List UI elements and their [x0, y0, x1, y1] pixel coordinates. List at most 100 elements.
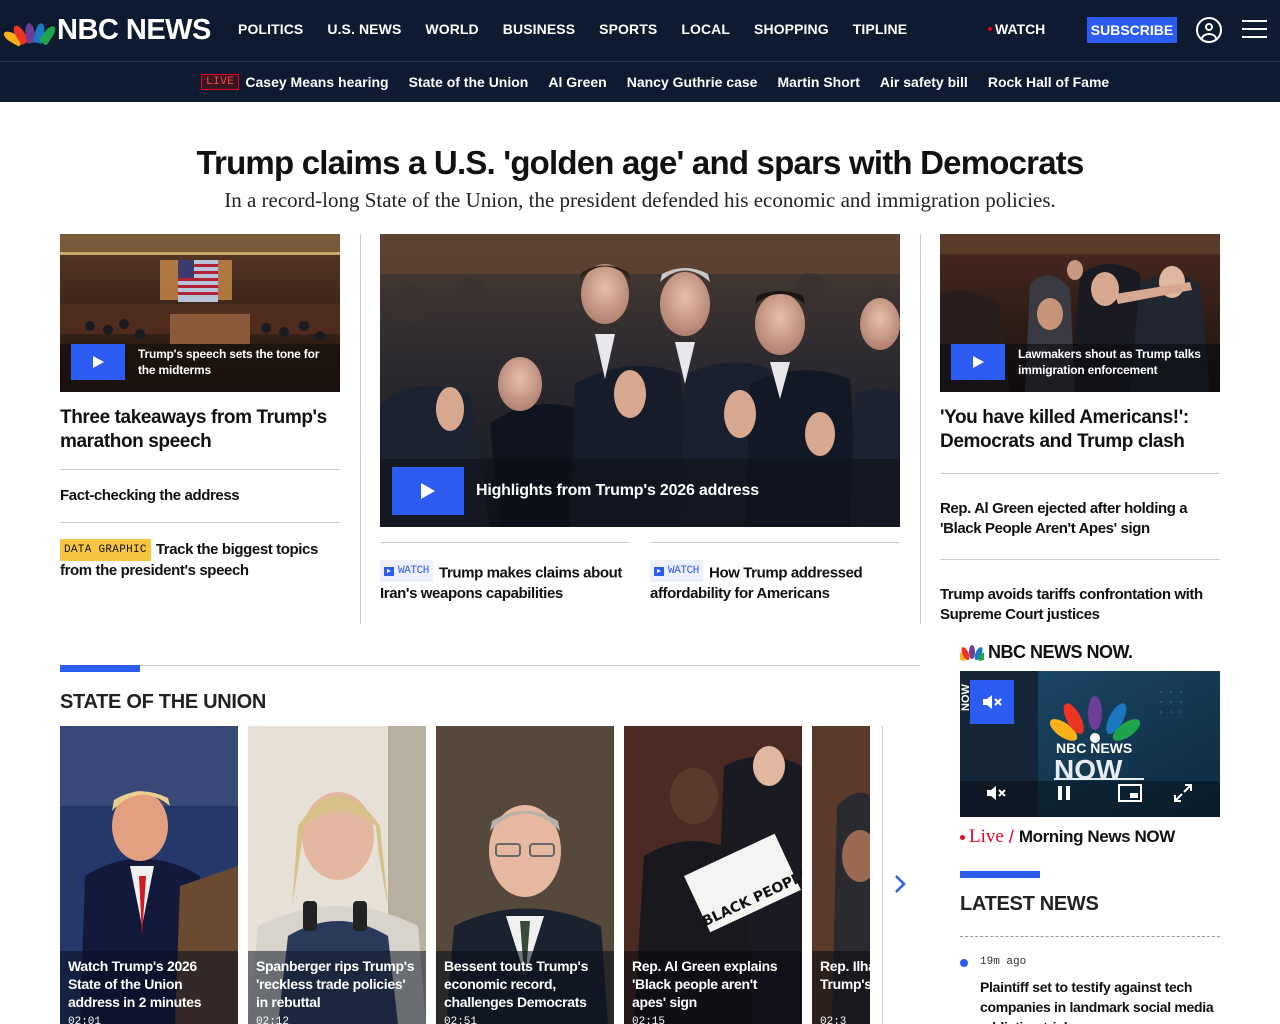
card-duration: 02:3	[820, 1016, 847, 1024]
right-video-thumbnail[interactable]: Lawmakers shout as Trump talks immigrati…	[940, 234, 1220, 392]
hero-headline[interactable]: Trump claims a U.S. 'golden age' and spa…	[0, 144, 1280, 182]
nav-world[interactable]: WORLD	[425, 21, 478, 37]
card-caption: Rep. Ilhan Omar at Trump's address	[820, 958, 870, 992]
video-card[interactable]: BLACK PEOPLE AREN'T APES! Rep. Al Green …	[624, 726, 802, 1024]
data-graphic-tag: DATA GRAPHIC	[60, 539, 151, 561]
card-duration: 02:51	[444, 1016, 478, 1024]
iran-claims-link[interactable]: WATCH Trump makes claims about Iran's wea…	[380, 560, 630, 604]
trending-al-green[interactable]: Al Green	[548, 74, 606, 90]
subscribe-button[interactable]: SUBSCRIBE	[1087, 17, 1177, 43]
right-headline[interactable]: 'You have killed Americans!': Democrats …	[940, 406, 1220, 454]
top-navigation: NBC NEWS POLITICS U.S. NEWS WORLD BUSINE…	[0, 0, 1280, 61]
live-badge: LIVE	[201, 74, 240, 90]
section-rule	[60, 665, 920, 666]
card-duration: 02:01	[68, 1016, 102, 1024]
column-divider	[920, 234, 921, 624]
fact-check-link[interactable]: Fact-checking the address	[60, 486, 340, 506]
peacock-icon	[960, 644, 984, 661]
watch-tag: WATCH	[380, 560, 434, 582]
latest-accent	[960, 871, 1040, 878]
card-caption: Watch Trump's 2026 State of the Union ad…	[68, 958, 202, 1010]
logo-text: NBC NEWS	[57, 13, 211, 46]
nav-business[interactable]: BUSINESS	[503, 21, 575, 37]
latest-rule	[960, 936, 1220, 937]
nbc-news-now-logo[interactable]: NBC NEWS NOW.	[960, 642, 1133, 663]
peacock-icon	[1, 17, 58, 47]
main-nav: POLITICS U.S. NEWS WORLD BUSINESS SPORTS…	[238, 21, 931, 37]
video-icon	[654, 566, 664, 576]
affordability-link[interactable]: WATCH How Trump addressed affordability f…	[650, 560, 900, 604]
divider	[380, 542, 630, 543]
left-video-thumbnail[interactable]: Trump's speech sets the tone for the mid…	[60, 234, 340, 392]
video-icon	[384, 566, 394, 576]
column-divider	[360, 234, 361, 624]
video-caption: Lawmakers shout as Trump talks immigrati…	[1018, 347, 1201, 377]
tariffs-link[interactable]: Trump avoids tariffs confrontation with …	[940, 585, 1220, 625]
hero-dek: In a record-long State of the Union, the…	[224, 188, 1056, 212]
pause-icon[interactable]	[1056, 785, 1072, 806]
card-caption: Spanberger rips Trump's 'reckless trade …	[256, 958, 415, 1010]
live-dot-icon	[988, 27, 992, 31]
hamburger-menu-icon[interactable]	[1242, 19, 1267, 39]
divider	[650, 542, 900, 543]
trending-martin-short[interactable]: Martin Short	[777, 74, 859, 90]
now-logo-text: NBC NEWS NOW.	[988, 642, 1133, 662]
al-green-link[interactable]: Rep. Al Green ejected after holding a 'B…	[940, 499, 1220, 539]
fullscreen-icon[interactable]	[1173, 783, 1193, 808]
watch-tag: WATCH	[650, 560, 704, 582]
divider	[940, 559, 1220, 560]
left-headline[interactable]: Three takeaways from Trump's marathon sp…	[60, 406, 340, 454]
card-duration: 02:12	[256, 1016, 290, 1024]
live-text: Live	[969, 826, 1004, 847]
mute-toggle-icon[interactable]	[986, 785, 1006, 806]
trending-casey-means[interactable]: Casey Means hearing	[245, 74, 388, 90]
divider	[60, 469, 340, 470]
account-icon[interactable]	[1196, 17, 1222, 43]
trending-rock-hall[interactable]: Rock Hall of Fame	[988, 74, 1109, 90]
video-card[interactable]: Bessent touts Trump's economic record, c…	[436, 726, 614, 1024]
video-card[interactable]: Watch Trump's 2026 State of the Union ad…	[60, 726, 238, 1024]
trending-bar: LIVE Casey Means hearing State of the Un…	[0, 61, 1280, 102]
nbc-news-logo[interactable]: NBC NEWS	[1, 13, 211, 47]
player-brand-bottom: NOW	[1054, 754, 1123, 785]
data-graphic-link[interactable]: DATA GRAPHIC Track the biggest topics fro…	[60, 539, 340, 581]
play-button[interactable]	[71, 344, 125, 380]
divider	[60, 522, 340, 523]
latest-timestamp: 19m ago	[980, 956, 1027, 968]
show-name: Morning News NOW	[1018, 827, 1175, 846]
nav-tipline[interactable]: TIPLINE	[853, 21, 907, 37]
section-accent	[60, 665, 140, 672]
nav-shopping[interactable]: SHOPPING	[754, 21, 829, 37]
unmute-button[interactable]	[970, 680, 1014, 724]
muted-speaker-icon	[983, 695, 1002, 709]
section-title[interactable]: STATE OF THE UNION	[60, 691, 266, 714]
divider	[940, 473, 1220, 474]
picture-in-picture-icon[interactable]	[1118, 784, 1142, 807]
nav-us-news[interactable]: U.S. NEWS	[327, 21, 401, 37]
center-video-thumbnail[interactable]: Highlights from Trump's 2026 address	[380, 234, 900, 527]
now-live-label[interactable]: Live / Morning News NOW	[960, 826, 1175, 848]
play-button[interactable]	[392, 467, 464, 515]
watch-label: WATCH	[995, 21, 1046, 37]
timeline-dot-icon	[960, 959, 968, 967]
card-caption: Rep. Al Green explains 'Black people are…	[632, 958, 778, 1010]
watch-button[interactable]: WATCH	[988, 21, 1045, 37]
video-caption: Highlights from Trump's 2026 address	[476, 482, 759, 499]
nav-sports[interactable]: SPORTS	[599, 21, 657, 37]
live-dot-icon	[960, 834, 965, 840]
latest-news-title[interactable]: LATEST NEWS	[960, 893, 1099, 916]
play-button[interactable]	[951, 344, 1005, 380]
carousel-edge	[882, 726, 883, 1024]
trending-nancy-guthrie[interactable]: Nancy Guthrie case	[627, 74, 758, 90]
trending-state-of-union[interactable]: State of the Union	[409, 74, 529, 90]
trending-air-safety[interactable]: Air safety bill	[880, 74, 968, 90]
video-card-partial[interactable]: Rep. Ilhan Omar at Trump's address 02:3	[812, 726, 870, 1024]
card-caption: Bessent touts Trump's economic record, c…	[444, 958, 589, 1010]
live-video-player[interactable]: NBC NEWS NOW NOW	[960, 671, 1220, 817]
separator: /	[1008, 826, 1014, 847]
video-card[interactable]: Spanberger rips Trump's 'reckless trade …	[248, 726, 426, 1024]
nav-politics[interactable]: POLITICS	[238, 21, 303, 37]
nav-local[interactable]: LOCAL	[681, 21, 730, 37]
latest-headline[interactable]: Plaintiff set to testify against tech co…	[980, 977, 1220, 1024]
chevron-right-icon[interactable]	[888, 870, 912, 898]
